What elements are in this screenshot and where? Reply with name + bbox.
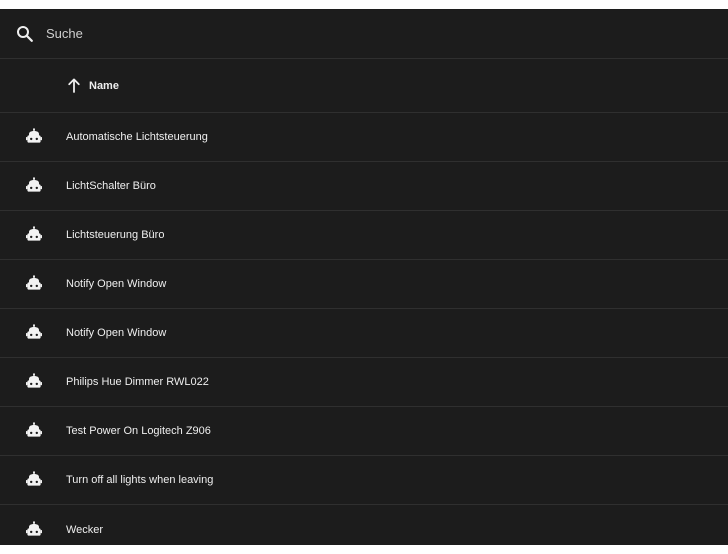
table-row[interactable]: Wecker <box>0 505 728 554</box>
table-row[interactable]: Lichtsteuerung Büro <box>0 211 728 260</box>
search-input[interactable] <box>46 26 686 41</box>
robot-icon <box>25 128 43 146</box>
automation-name: Lichtsteuerung Büro <box>66 229 165 241</box>
robot-icon <box>25 177 43 195</box>
robot-icon <box>25 226 43 244</box>
search-icon <box>16 25 34 43</box>
automation-name: Automatische Lichtsteuerung <box>66 131 208 143</box>
search-bar <box>0 9 728 59</box>
table-row[interactable]: Automatische Lichtsteuerung <box>0 113 728 162</box>
table-row[interactable]: Notify Open Window <box>0 309 728 358</box>
table-row[interactable]: Philips Hue Dimmer RWL022 <box>0 358 728 407</box>
arrow-up-icon <box>67 77 81 94</box>
robot-icon <box>25 275 43 293</box>
name-column-header[interactable]: Name <box>67 77 119 94</box>
automation-list-panel: Name Automatische Lichtsteuerung <box>0 9 728 545</box>
automation-list: Automatische Lichtsteuerung LichtSchalte… <box>0 113 728 554</box>
robot-icon <box>25 520 43 539</box>
name-column-label: Name <box>89 79 119 92</box>
table-row[interactable]: Turn off all lights when leaving <box>0 456 728 505</box>
automation-name: Wecker <box>66 523 104 536</box>
automation-name: Test Power On Logitech Z906 <box>66 425 211 437</box>
automation-name: Notify Open Window <box>66 327 167 339</box>
automation-name: Turn off all lights when leaving <box>66 474 214 486</box>
robot-icon <box>25 324 43 342</box>
robot-icon <box>25 471 43 489</box>
robot-icon <box>25 373 43 391</box>
table-row[interactable]: Notify Open Window <box>0 260 728 309</box>
automation-name: Philips Hue Dimmer RWL022 <box>66 376 209 388</box>
table-row[interactable]: LichtSchalter Büro <box>0 162 728 211</box>
table-row[interactable]: Test Power On Logitech Z906 <box>0 407 728 456</box>
table-header: Name <box>0 59 728 113</box>
automation-name: LichtSchalter Büro <box>66 180 156 192</box>
automation-name: Notify Open Window <box>66 278 167 290</box>
robot-icon <box>25 422 43 440</box>
